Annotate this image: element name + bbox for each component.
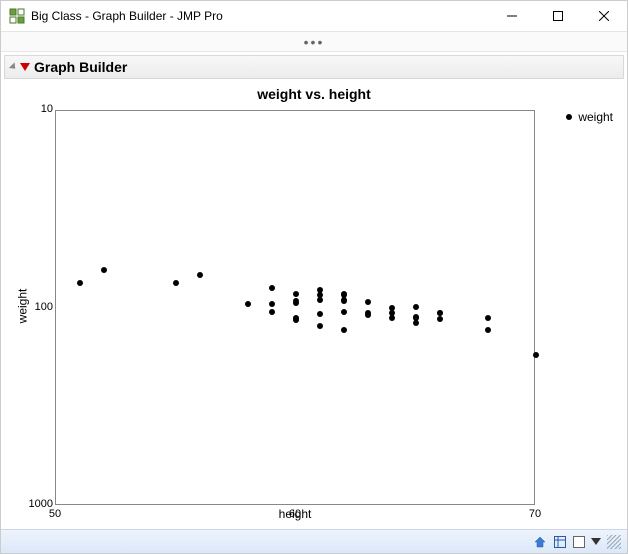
chart-area: weight vs. height weight height weight 1… xyxy=(5,82,623,529)
x-tick-label: 70 xyxy=(520,508,550,520)
chart-title: weight vs. height xyxy=(5,82,623,104)
data-point[interactable] xyxy=(389,315,395,321)
data-point[interactable] xyxy=(437,316,443,322)
disclosure-triangle-icon[interactable] xyxy=(9,62,18,71)
data-point[interactable] xyxy=(413,320,419,326)
layout-icon[interactable] xyxy=(553,535,567,549)
home-icon[interactable] xyxy=(533,535,547,549)
hotspot-menu-icon[interactable] xyxy=(20,63,30,71)
window-title: Big Class - Graph Builder - JMP Pro xyxy=(31,9,489,23)
app-icon xyxy=(9,8,25,24)
legend-marker-icon xyxy=(566,114,572,120)
data-point[interactable] xyxy=(365,312,371,318)
data-point[interactable] xyxy=(245,301,251,307)
data-point[interactable] xyxy=(341,298,347,304)
data-point[interactable] xyxy=(317,297,323,303)
data-point[interactable] xyxy=(293,291,299,297)
titlebar: Big Class - Graph Builder - JMP Pro xyxy=(1,1,627,32)
data-point[interactable] xyxy=(413,304,419,310)
toolbar-overflow[interactable]: ••• xyxy=(1,32,627,52)
section-title: Graph Builder xyxy=(34,59,127,75)
minimize-button[interactable] xyxy=(489,1,535,31)
data-point[interactable] xyxy=(485,327,491,333)
y-tick-label: 100 xyxy=(13,301,53,313)
data-point[interactable] xyxy=(269,301,275,307)
x-tick-label: 60 xyxy=(280,508,310,520)
data-point[interactable] xyxy=(269,285,275,291)
data-point[interactable] xyxy=(365,299,371,305)
data-point[interactable] xyxy=(197,272,203,278)
data-point[interactable] xyxy=(77,280,83,286)
data-point[interactable] xyxy=(269,309,275,315)
maximize-button[interactable] xyxy=(535,1,581,31)
data-point[interactable] xyxy=(533,352,539,358)
dropdown-triangle-icon[interactable] xyxy=(591,538,601,545)
close-button[interactable] xyxy=(581,1,627,31)
data-point[interactable] xyxy=(341,309,347,315)
data-point[interactable] xyxy=(317,311,323,317)
data-point[interactable] xyxy=(317,323,323,329)
section-header: Graph Builder xyxy=(4,55,624,79)
data-point[interactable] xyxy=(101,267,107,273)
data-point[interactable] xyxy=(293,317,299,323)
data-point[interactable] xyxy=(173,280,179,286)
data-point[interactable] xyxy=(341,327,347,333)
data-point[interactable] xyxy=(293,300,299,306)
legend[interactable]: weight xyxy=(566,110,613,124)
window-controls xyxy=(489,1,627,31)
y-tick-label: 10 xyxy=(13,103,53,115)
plot-region[interactable] xyxy=(55,110,535,505)
legend-label: weight xyxy=(578,110,613,124)
statusbar xyxy=(1,529,627,553)
resize-grip-icon[interactable] xyxy=(607,535,621,549)
data-point[interactable] xyxy=(485,315,491,321)
overflow-dots-icon: ••• xyxy=(304,34,325,50)
x-tick-label: 50 xyxy=(40,508,70,520)
selection-mode-button[interactable] xyxy=(573,536,585,548)
